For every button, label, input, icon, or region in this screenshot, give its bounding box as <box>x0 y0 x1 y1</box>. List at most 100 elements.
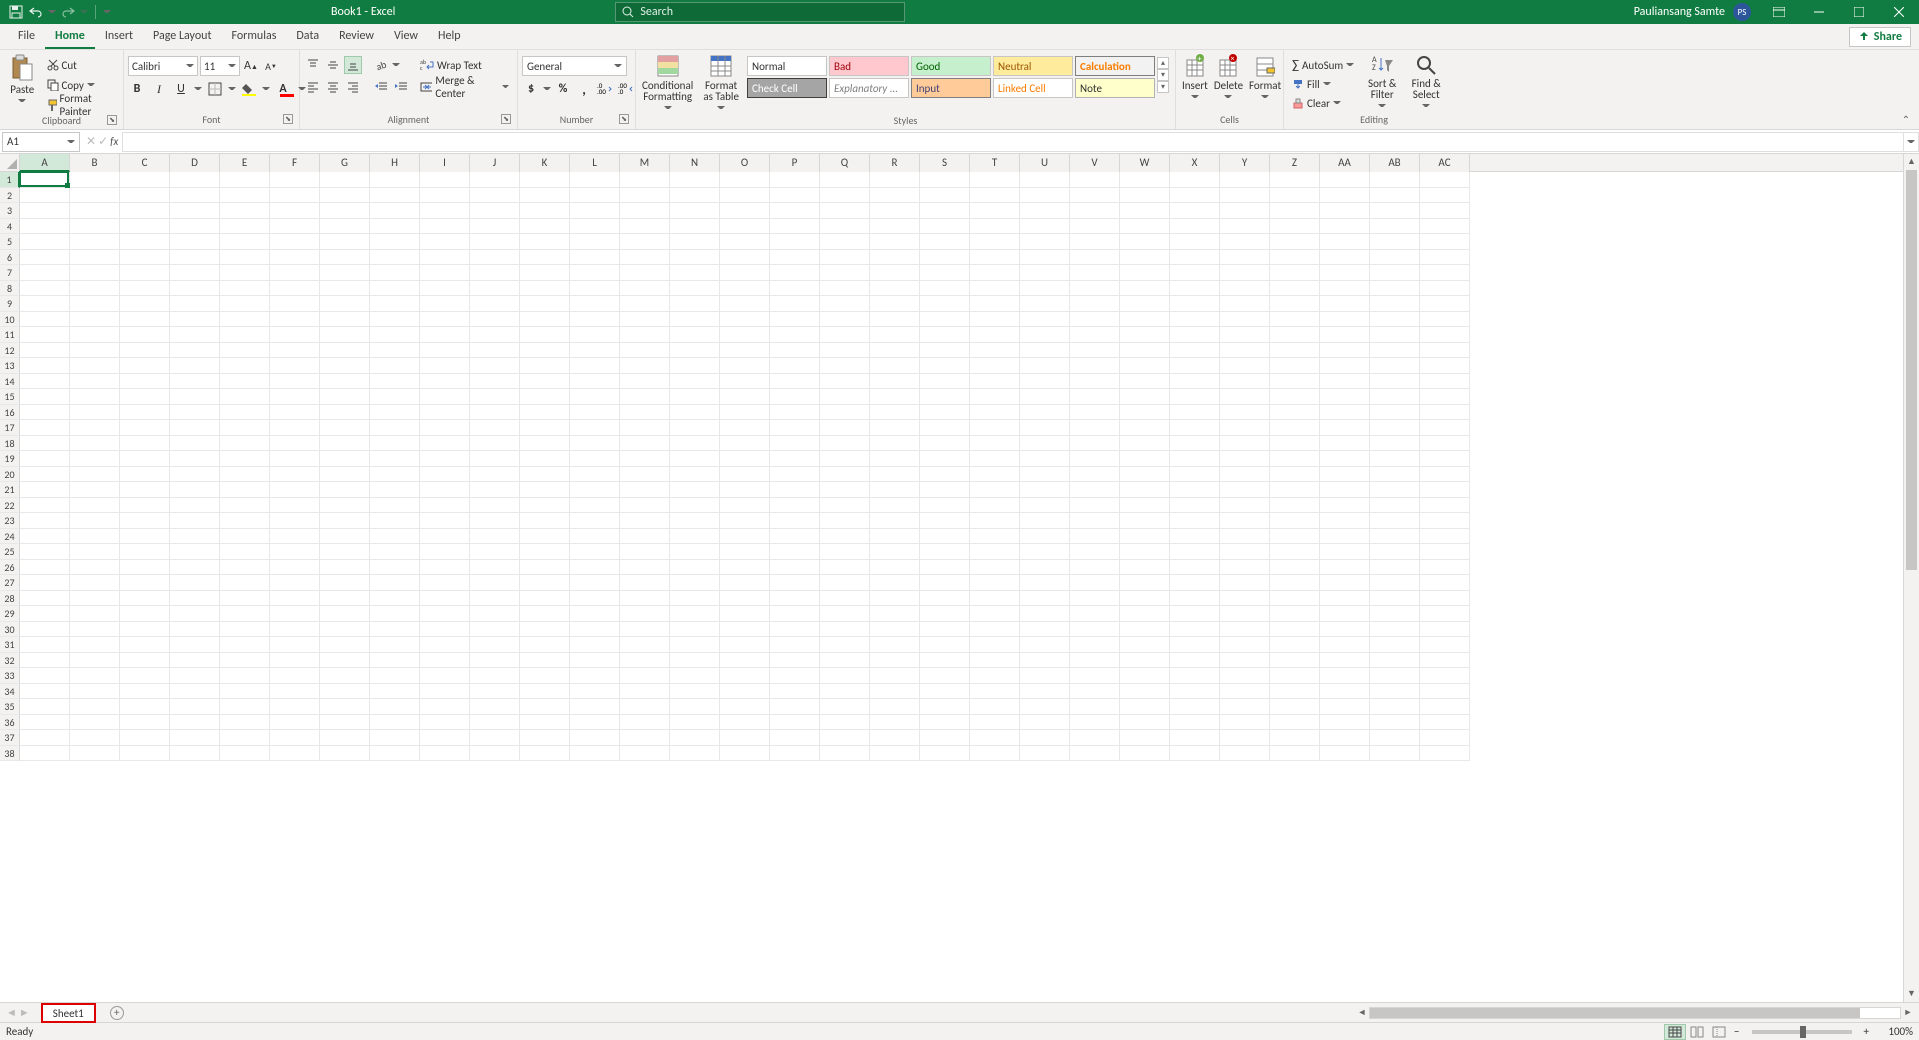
cell[interactable] <box>1370 622 1420 638</box>
cell[interactable] <box>470 560 520 576</box>
cell[interactable] <box>570 203 620 219</box>
cell[interactable] <box>820 746 870 762</box>
cell[interactable] <box>420 250 470 266</box>
cell[interactable] <box>770 746 820 762</box>
cell[interactable] <box>270 575 320 591</box>
cell[interactable] <box>720 653 770 669</box>
cell[interactable] <box>670 327 720 343</box>
cell[interactable] <box>1420 560 1470 576</box>
cell[interactable] <box>120 498 170 514</box>
cell[interactable] <box>470 622 520 638</box>
cell[interactable] <box>620 482 670 498</box>
cell[interactable] <box>820 327 870 343</box>
cell[interactable] <box>670 746 720 762</box>
cell[interactable] <box>970 281 1020 297</box>
row-header[interactable]: 31 <box>0 637 20 653</box>
cell[interactable] <box>620 622 670 638</box>
cell[interactable] <box>120 312 170 328</box>
cell[interactable] <box>1270 188 1320 204</box>
cell[interactable] <box>520 606 570 622</box>
cell[interactable] <box>70 482 120 498</box>
cell[interactable] <box>1070 281 1120 297</box>
cell[interactable] <box>1270 482 1320 498</box>
cell[interactable] <box>520 591 570 607</box>
cell[interactable] <box>870 715 920 731</box>
cell[interactable] <box>1120 467 1170 483</box>
cell[interactable] <box>1320 529 1370 545</box>
cell[interactable] <box>770 188 820 204</box>
page-layout-view-button[interactable] <box>1686 1024 1708 1040</box>
cell[interactable] <box>170 653 220 669</box>
cell[interactable] <box>20 327 70 343</box>
cell[interactable] <box>870 172 920 188</box>
cell[interactable] <box>1020 513 1070 529</box>
cell[interactable] <box>1070 513 1120 529</box>
cell[interactable] <box>470 389 520 405</box>
cell[interactable] <box>520 668 570 684</box>
cell[interactable] <box>370 498 420 514</box>
cell[interactable] <box>470 436 520 452</box>
cell[interactable] <box>170 358 220 374</box>
cell[interactable] <box>1170 653 1220 669</box>
cell[interactable] <box>70 746 120 762</box>
cell[interactable] <box>1370 219 1420 235</box>
cell[interactable] <box>470 451 520 467</box>
cell[interactable] <box>320 715 370 731</box>
cell[interactable] <box>70 467 120 483</box>
cell[interactable] <box>170 389 220 405</box>
cell[interactable] <box>1170 389 1220 405</box>
cell[interactable] <box>970 482 1020 498</box>
cell[interactable] <box>220 575 270 591</box>
cell[interactable] <box>1170 312 1220 328</box>
cell[interactable] <box>1370 436 1420 452</box>
cell[interactable] <box>1170 358 1220 374</box>
cell[interactable] <box>1320 203 1370 219</box>
cell[interactable] <box>120 203 170 219</box>
cell[interactable] <box>470 219 520 235</box>
cell[interactable] <box>1370 234 1420 250</box>
cell[interactable] <box>270 296 320 312</box>
cell[interactable] <box>420 715 470 731</box>
column-header[interactable]: K <box>520 154 570 172</box>
cell[interactable] <box>320 296 370 312</box>
vertical-scrollbar[interactable]: ▲ ▼ <box>1903 154 1919 1002</box>
cell[interactable] <box>620 203 670 219</box>
scroll-up-button[interactable]: ▲ <box>1904 154 1919 170</box>
cell[interactable] <box>320 653 370 669</box>
cell[interactable] <box>320 591 370 607</box>
cell[interactable] <box>970 374 1020 390</box>
cell[interactable] <box>220 637 270 653</box>
cell[interactable] <box>1070 622 1120 638</box>
cell[interactable] <box>770 699 820 715</box>
cell[interactable] <box>120 250 170 266</box>
cell[interactable] <box>270 622 320 638</box>
cell[interactable] <box>620 265 670 281</box>
cell[interactable] <box>420 420 470 436</box>
cell[interactable] <box>520 389 570 405</box>
save-icon[interactable] <box>8 4 24 20</box>
cell[interactable] <box>970 296 1020 312</box>
cell[interactable] <box>370 622 420 638</box>
cell[interactable] <box>770 560 820 576</box>
cell[interactable] <box>220 265 270 281</box>
cell[interactable] <box>1170 746 1220 762</box>
cell[interactable] <box>220 560 270 576</box>
cell[interactable] <box>670 265 720 281</box>
cell-styles-more[interactable]: ▴▾▾ <box>1157 56 1171 94</box>
cell[interactable] <box>1170 188 1220 204</box>
row-header[interactable]: 9 <box>0 296 20 312</box>
cell[interactable] <box>370 575 420 591</box>
cell[interactable] <box>420 498 470 514</box>
row-header[interactable]: 38 <box>0 746 20 762</box>
cell[interactable] <box>70 451 120 467</box>
cell[interactable] <box>220 699 270 715</box>
cell[interactable] <box>420 219 470 235</box>
cell[interactable] <box>870 575 920 591</box>
cell[interactable] <box>20 234 70 250</box>
column-header[interactable]: AC <box>1420 154 1470 172</box>
cell[interactable] <box>920 327 970 343</box>
undo-dropdown[interactable] <box>48 8 56 16</box>
cell[interactable] <box>270 513 320 529</box>
cell[interactable] <box>820 730 870 746</box>
cell[interactable] <box>770 405 820 421</box>
